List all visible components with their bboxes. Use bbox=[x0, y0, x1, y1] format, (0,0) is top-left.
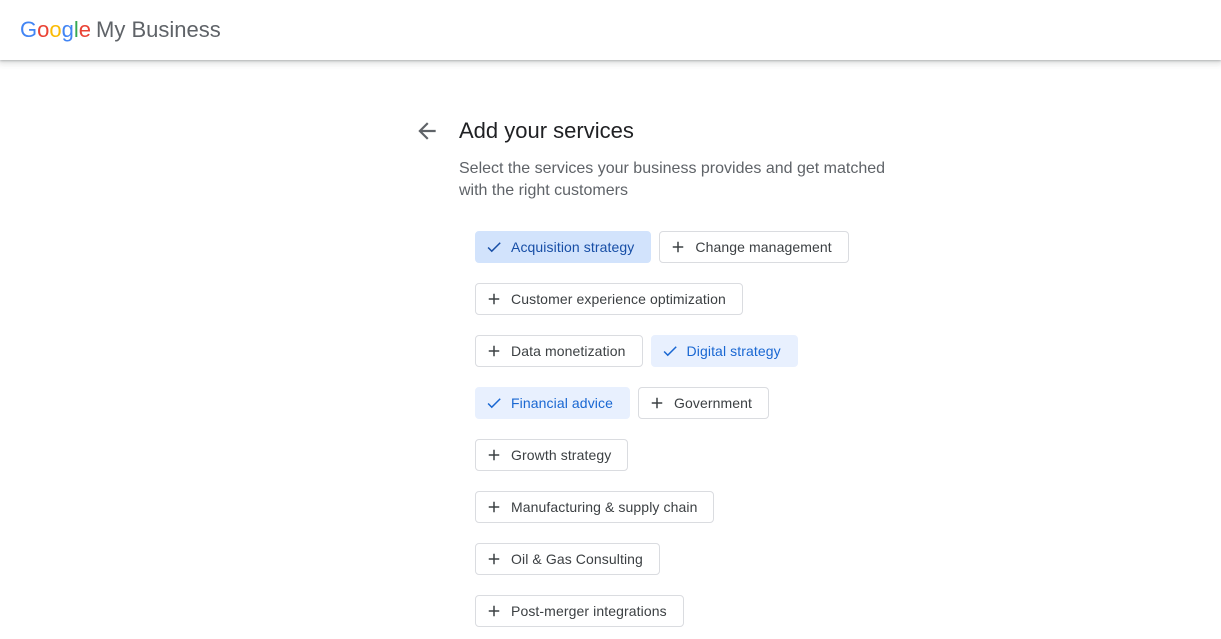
plus-icon bbox=[488, 345, 500, 357]
service-chip-label: Acquisition strategy bbox=[511, 239, 635, 255]
chip-row: Customer experience optimization bbox=[475, 283, 743, 315]
back-button[interactable] bbox=[414, 118, 440, 144]
service-chip-government[interactable]: Government bbox=[638, 387, 770, 419]
service-chip-label: Data monetization bbox=[511, 343, 626, 359]
product-name: My Business bbox=[96, 17, 221, 42]
plus-icon bbox=[488, 293, 500, 305]
plus-icon bbox=[673, 241, 684, 253]
service-chip-manufacturing-and-supply-chain[interactable]: Manufacturing & supply chain bbox=[475, 491, 715, 523]
service-chip-label: Post-merger integrations bbox=[511, 603, 667, 619]
page-subtitle: Select the services your business provid… bbox=[459, 160, 886, 199]
plus-icon bbox=[488, 553, 500, 565]
google-my-business-logo[interactable]: Google My Business bbox=[20, 16, 221, 44]
service-chip-change-management[interactable]: Change management bbox=[659, 231, 849, 263]
check-icon bbox=[487, 242, 501, 253]
service-chip-label: Customer experience optimization bbox=[511, 291, 726, 307]
logo-letter-o1: o bbox=[37, 17, 50, 42]
service-chip-label: Manufacturing & supply chain bbox=[511, 499, 698, 515]
service-chip-data-monetization[interactable]: Data monetization bbox=[475, 335, 643, 367]
logo-letter-e: e bbox=[78, 17, 92, 42]
service-chip-label: Oil & Gas Consulting bbox=[511, 551, 643, 567]
service-chip-label: Digital strategy bbox=[686, 343, 781, 359]
arrow-back-icon bbox=[418, 122, 436, 140]
page-title: Add your services bbox=[459, 118, 634, 143]
check-icon bbox=[663, 346, 677, 357]
chip-row: Acquisition strategy Change management bbox=[475, 231, 849, 263]
service-chip-digital-strategy[interactable]: Digital strategy bbox=[650, 335, 798, 367]
chip-row: Financial advice Government bbox=[475, 387, 770, 419]
logo-letter-g2: g bbox=[61, 17, 74, 42]
service-chip-label: Government bbox=[674, 395, 753, 411]
plus-icon bbox=[651, 397, 663, 409]
chip-row: Data monetization Digital strategy bbox=[475, 335, 798, 367]
service-chip-post-merger-integrations[interactable]: Post-merger integrations bbox=[475, 595, 684, 627]
service-chip-customer-experience-optimization[interactable]: Customer experience optimization bbox=[475, 283, 743, 315]
service-chip-oil-and-gas-consulting[interactable]: Oil & Gas Consulting bbox=[475, 543, 660, 575]
logo-letter-g1: G bbox=[20, 17, 38, 42]
plus-icon bbox=[488, 605, 500, 617]
plus-icon bbox=[488, 449, 500, 461]
service-chip-label: Growth strategy bbox=[511, 447, 612, 463]
service-chip-label: Change management bbox=[695, 239, 832, 255]
chip-row: Growth strategy bbox=[475, 439, 629, 471]
service-chip-label: Financial advice bbox=[511, 395, 613, 411]
chip-row: Post-merger integrations bbox=[475, 595, 684, 627]
chip-row: Manufacturing & supply chain bbox=[475, 491, 715, 523]
service-chip-acquisition-strategy[interactable]: Acquisition strategy bbox=[475, 231, 652, 263]
app-header: Google My Business bbox=[0, 0, 1221, 60]
check-icon bbox=[487, 398, 501, 409]
chip-row: Oil & Gas Consulting bbox=[475, 543, 660, 575]
service-chip-financial-advice[interactable]: Financial advice bbox=[475, 387, 630, 419]
plus-icon bbox=[488, 501, 500, 513]
service-chip-growth-strategy[interactable]: Growth strategy bbox=[475, 439, 629, 471]
logo-letter-o2: o bbox=[49, 17, 62, 42]
